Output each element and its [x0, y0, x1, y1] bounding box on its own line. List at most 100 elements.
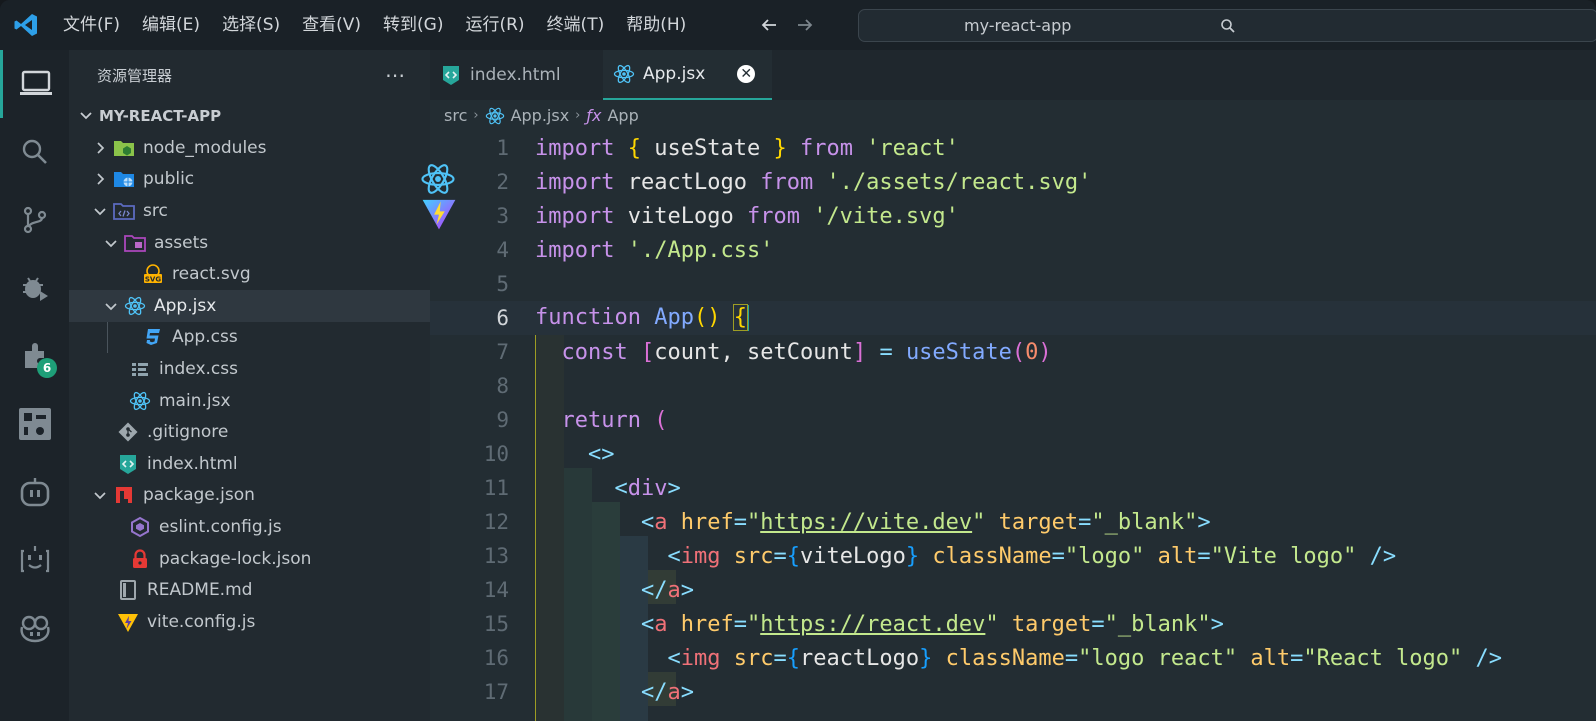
remote-explorer-icon[interactable]: [0, 390, 69, 458]
breadcrumb-folder[interactable]: src: [444, 106, 467, 125]
css-list-icon: [129, 358, 151, 380]
chevron-right-icon: [91, 139, 109, 157]
chevron-down-icon: [91, 202, 109, 220]
vite-file-icon: [117, 611, 139, 633]
html-file-icon: [443, 66, 459, 85]
text-cursor: [746, 305, 749, 331]
code-line: 9 return (: [496, 407, 668, 433]
run-debug-icon[interactable]: [0, 254, 69, 322]
search-icon[interactable]: [0, 118, 69, 186]
chevron-down-icon: [91, 486, 109, 504]
workspace-root[interactable]: MY-REACT-APP: [69, 100, 430, 132]
search-icon: [1221, 18, 1235, 33]
tree-item-app-css[interactable]: App.css: [69, 321, 430, 354]
title-bar: 文件(F) 编辑(E) 选择(S) 查看(V) 转到(G) 运行(R) 终端(T…: [0, 0, 1596, 50]
tree-item-vite-config[interactable]: vite.config.js: [69, 606, 430, 638]
extensions-icon[interactable]: 6: [0, 322, 69, 390]
code-line-current: 6 function App() {: [430, 301, 1596, 335]
code-line: 4 import './App.css': [496, 237, 774, 263]
more-actions-icon[interactable]: ⋯: [385, 63, 406, 87]
tree-item-readme[interactable]: README.md: [69, 574, 430, 606]
command-center-search[interactable]: my-react-app: [858, 9, 1596, 42]
copilot-icon[interactable]: [0, 458, 69, 526]
menu-run[interactable]: 运行(R): [454, 0, 535, 50]
folder-node-icon: [113, 137, 135, 159]
source-control-icon[interactable]: [0, 186, 69, 254]
lock-file-icon: [129, 548, 151, 570]
editor-area: index.html App.jsx ✕ src › App.jsx › ƒx …: [421, 50, 1596, 721]
tree-item-package-json[interactable]: package.json: [69, 480, 430, 512]
tree-item-index-css[interactable]: index.css: [69, 353, 430, 385]
chevron-down-icon: [102, 234, 120, 252]
svg-text:SVG: SVG: [145, 276, 161, 284]
explorer-icon[interactable]: [0, 50, 69, 118]
back-arrow-icon[interactable]: [757, 13, 781, 37]
forward-arrow-icon[interactable]: [793, 13, 817, 37]
code-line: 2 import reactLogo from './assets/react.s…: [496, 169, 1092, 195]
tree-item-react-svg[interactable]: SVG react.svg: [69, 258, 430, 290]
code-line: 11 <div>: [483, 475, 681, 501]
tree-item-node-modules[interactable]: node_modules: [69, 132, 430, 164]
react-file-icon: [124, 295, 146, 317]
tree-item-index-html[interactable]: index.html: [69, 448, 430, 480]
explorer-sidebar: 资源管理器 ⋯ MY-REACT-APP node_modules public…: [69, 50, 430, 721]
vscode-logo-icon: [0, 0, 52, 50]
function-symbol-icon: ƒx: [586, 106, 602, 125]
tree-item-assets[interactable]: assets: [69, 227, 430, 259]
close-tab-icon[interactable]: ✕: [737, 65, 756, 83]
github-copilot-icon[interactable]: [0, 594, 69, 662]
menu-go[interactable]: 转到(G): [372, 0, 454, 50]
breadcrumb-file[interactable]: App.jsx: [511, 106, 570, 125]
readme-file-icon: [117, 579, 139, 601]
chevron-right-icon: [91, 170, 109, 188]
code-line: 17 </a>: [483, 679, 694, 705]
menu-view[interactable]: 查看(V): [291, 0, 372, 50]
folder-public-icon: [113, 168, 135, 190]
tab-app-jsx[interactable]: App.jsx ✕: [603, 50, 772, 100]
code-line: 10 <>: [483, 441, 615, 467]
tree-item-src[interactable]: src: [69, 195, 430, 227]
code-line: 7 const [count, setCount] = useState(0): [496, 339, 1052, 365]
menu-selection[interactable]: 选择(S): [211, 0, 291, 50]
code-line: 14 </a>: [483, 577, 694, 603]
chevron-down-icon: [80, 112, 92, 120]
search-text: my-react-app: [964, 16, 1072, 35]
react-file-icon: [485, 107, 504, 124]
chevron-down-icon: [102, 297, 120, 315]
code-line: 15 <a href="https://react.dev" target="_…: [483, 611, 1224, 637]
css-file-icon: [142, 326, 164, 348]
tree-item-public[interactable]: public: [69, 164, 430, 196]
folder-src-icon: [113, 200, 135, 222]
tree-item-gitignore[interactable]: .gitignore: [69, 416, 430, 448]
activity-bar: 6: [0, 50, 69, 721]
extensions-badge: 6: [37, 358, 57, 378]
tab-index-html[interactable]: index.html: [430, 50, 593, 100]
eslint-file-icon: [129, 516, 151, 538]
code-line: 1 import { useState } from 'react': [496, 135, 959, 161]
explorer-title: 资源管理器: [97, 66, 173, 85]
code-line: 12 <a href="https://vite.dev" target="_b…: [483, 509, 1211, 535]
html-file-icon: [117, 453, 139, 475]
npm-file-icon: [113, 484, 135, 506]
chevron-right-icon: ›: [575, 108, 581, 123]
menu-help[interactable]: 帮助(H): [615, 0, 697, 50]
menu-terminal[interactable]: 终端(T): [536, 0, 616, 50]
ai-chat-icon[interactable]: [0, 526, 69, 594]
tree-item-eslint-config[interactable]: eslint.config.js: [69, 511, 430, 543]
tree-item-main-jsx[interactable]: main.jsx: [69, 385, 430, 417]
folder-assets-icon: [124, 232, 146, 254]
tree-item-app-jsx[interactable]: App.jsx: [69, 289, 430, 322]
menu-bar: 文件(F) 编辑(E) 选择(S) 查看(V) 转到(G) 运行(R) 终端(T…: [52, 0, 697, 50]
tree-item-package-lock[interactable]: package-lock.json: [69, 543, 430, 575]
menu-file[interactable]: 文件(F): [52, 0, 131, 50]
code-line: 16 <img src={reactLogo} className="logo …: [483, 645, 1503, 671]
chevron-right-icon: ›: [473, 108, 479, 123]
breadcrumb-symbol[interactable]: App: [607, 106, 638, 125]
git-file-icon: [117, 421, 139, 443]
code-line: 13 <img src={viteLogo} className="logo" …: [483, 543, 1397, 569]
breadcrumb: src › App.jsx › ƒx App: [430, 100, 1596, 131]
svg-file-icon: SVG: [142, 263, 164, 285]
code-editor[interactable]: 1 import { useState } from 'react' 2 impor…: [421, 131, 1596, 721]
menu-edit[interactable]: 编辑(E): [131, 0, 211, 50]
vscode-window: 文件(F) 编辑(E) 选择(S) 查看(V) 转到(G) 运行(R) 终端(T…: [0, 0, 1596, 721]
